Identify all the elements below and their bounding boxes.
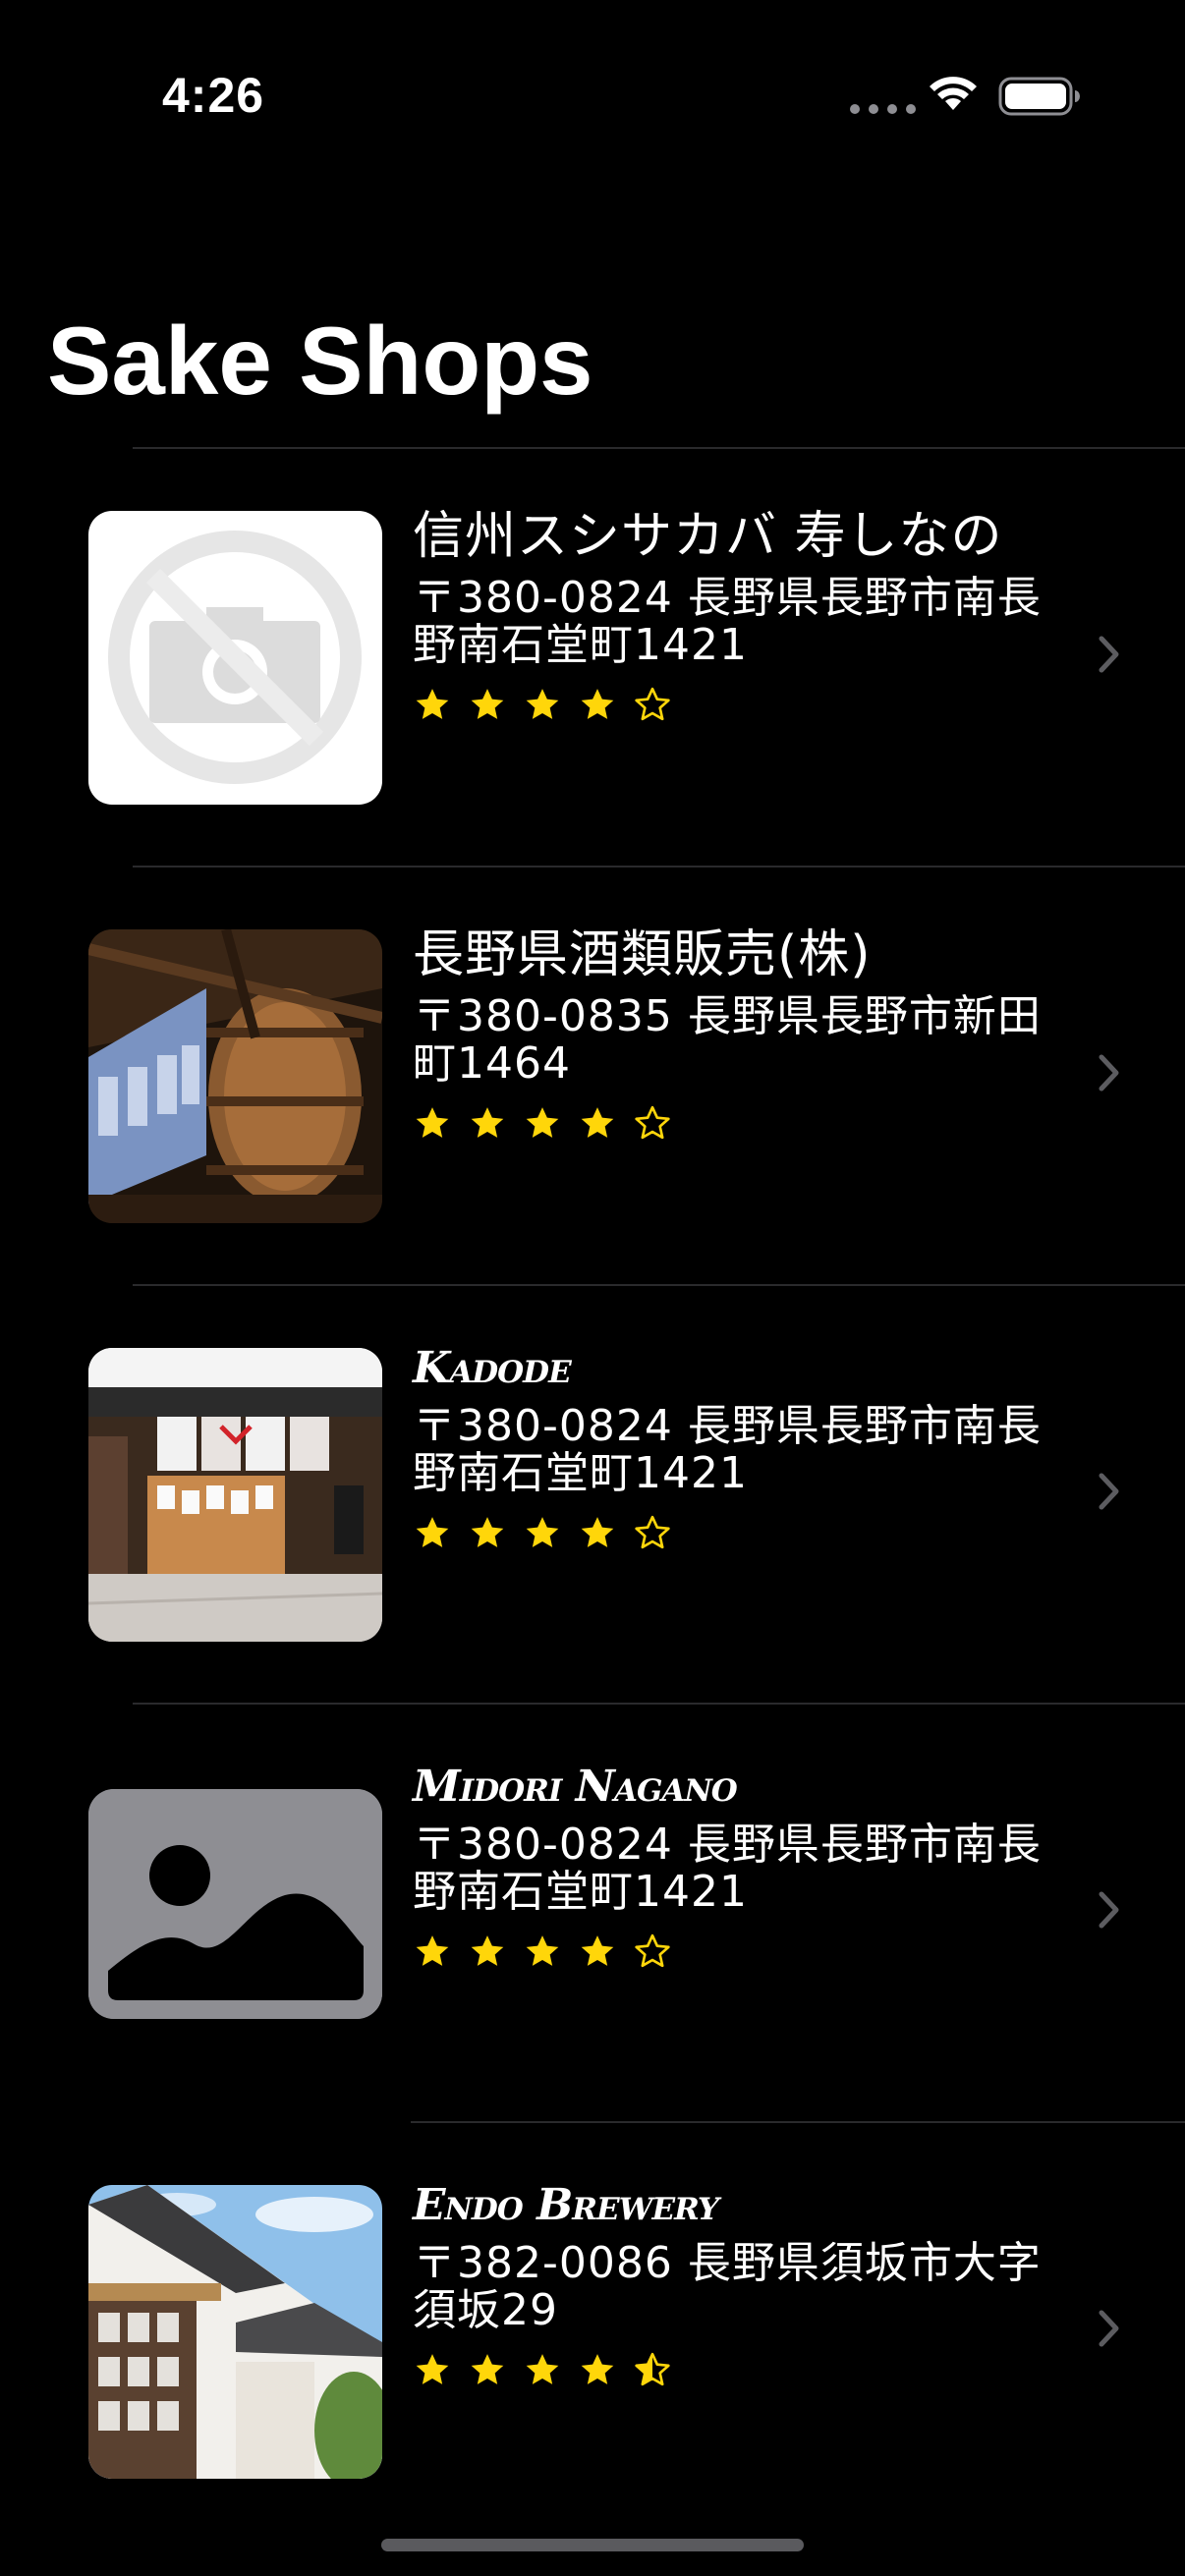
home-indicator[interactable] <box>381 2539 804 2551</box>
star-filled-icon <box>416 689 449 720</box>
star-filled-icon <box>526 1934 559 1966</box>
brewery-exterior-photo <box>88 2185 382 2479</box>
star-filled-icon <box>581 689 614 720</box>
battery-icon <box>998 77 1080 116</box>
shop-address: 〒380-0835 長野県長野市新田町1464 <box>413 991 1042 1090</box>
star-rating <box>413 2350 1042 2389</box>
shop-row[interactable]: 信州スシサカバ 寿しなの 〒380-0824 長野県長野市南長野南石堂町1421 <box>0 447 1185 866</box>
star-empty-icon <box>635 1106 670 1140</box>
row-separator <box>133 1703 1185 1705</box>
star-filled-icon <box>471 1516 504 1547</box>
star-filled-icon <box>581 1516 614 1547</box>
cellular-signal-icon <box>850 104 916 114</box>
star-filled-icon <box>471 1107 504 1139</box>
shop-row[interactable]: Kadode 〒380-0824 長野県長野市南長野南石堂町1421 <box>0 1284 1185 1703</box>
brewery-interior-photo <box>88 929 382 1223</box>
shop-row[interactable]: Endo Brewery 〒382-0086 長野県須坂市大字須坂29 <box>0 2121 1185 2540</box>
chevron-right-icon <box>1099 1054 1119 1092</box>
star-rating <box>413 1932 1042 1971</box>
shop-address: 〒382-0086 長野県須坂市大字須坂29 <box>413 2237 1042 2335</box>
shop-name: 信州スシサカバ 寿しなの <box>413 507 1003 566</box>
row-separator <box>133 1284 1185 1286</box>
star-filled-icon <box>526 1516 559 1547</box>
row-separator <box>411 2121 1185 2123</box>
star-filled-icon <box>581 1107 614 1139</box>
star-filled-icon <box>526 689 559 720</box>
star-empty-icon <box>635 688 670 721</box>
chevron-right-icon <box>1099 636 1119 673</box>
shop-name: Endo Brewery <box>413 2180 719 2230</box>
star-filled-icon <box>471 2353 504 2384</box>
star-half-icon <box>635 2352 670 2385</box>
page-title: Sake Shops <box>47 307 593 415</box>
shop-name: 長野県酒類販売(株) <box>413 925 872 984</box>
star-filled-icon <box>526 1107 559 1139</box>
star-rating <box>413 685 1042 724</box>
no-photo-icon <box>88 511 382 805</box>
row-separator <box>133 447 1185 449</box>
star-filled-icon <box>471 1934 504 1966</box>
shop-name: Midori Nagano <box>413 1762 738 1812</box>
star-rating <box>413 1513 1042 1552</box>
shop-row[interactable]: 長野県酒類販売(株) 〒380-0835 長野県長野市新田町1464 <box>0 866 1185 1284</box>
status-bar: 4:26 <box>0 0 1185 138</box>
chevron-right-icon <box>1099 1891 1119 1929</box>
shop-address: 〒380-0824 長野県長野市南長野南石堂町1421 <box>413 573 1042 671</box>
star-filled-icon <box>416 1934 449 1966</box>
shop-address: 〒380-0824 長野県長野市南長野南石堂町1421 <box>413 1819 1042 1917</box>
chevron-right-icon <box>1099 1473 1119 1510</box>
star-filled-icon <box>581 2353 614 2384</box>
star-empty-icon <box>635 1515 670 1548</box>
shop-name: Kadode <box>413 1343 572 1393</box>
star-filled-icon <box>416 2353 449 2384</box>
row-separator <box>133 866 1185 868</box>
star-filled-icon <box>416 1516 449 1547</box>
status-time: 4:26 <box>162 68 265 123</box>
star-filled-icon <box>416 1107 449 1139</box>
star-filled-icon <box>581 1934 614 1966</box>
wifi-icon <box>930 77 977 110</box>
storefront-photo <box>88 1348 382 1642</box>
chevron-right-icon <box>1099 2310 1119 2347</box>
star-rating <box>413 1103 1042 1143</box>
star-filled-icon <box>526 2353 559 2384</box>
shop-list: 信州スシサカバ 寿しなの 〒380-0824 長野県長野市南長野南石堂町1421 <box>0 447 1185 2540</box>
image-placeholder-icon <box>88 1789 382 2019</box>
star-empty-icon <box>635 1933 670 1967</box>
shop-row[interactable]: Midori Nagano 〒380-0824 長野県長野市南長野南石堂町142… <box>0 1703 1185 2121</box>
shop-address: 〒380-0824 長野県長野市南長野南石堂町1421 <box>413 1400 1042 1498</box>
star-filled-icon <box>471 689 504 720</box>
